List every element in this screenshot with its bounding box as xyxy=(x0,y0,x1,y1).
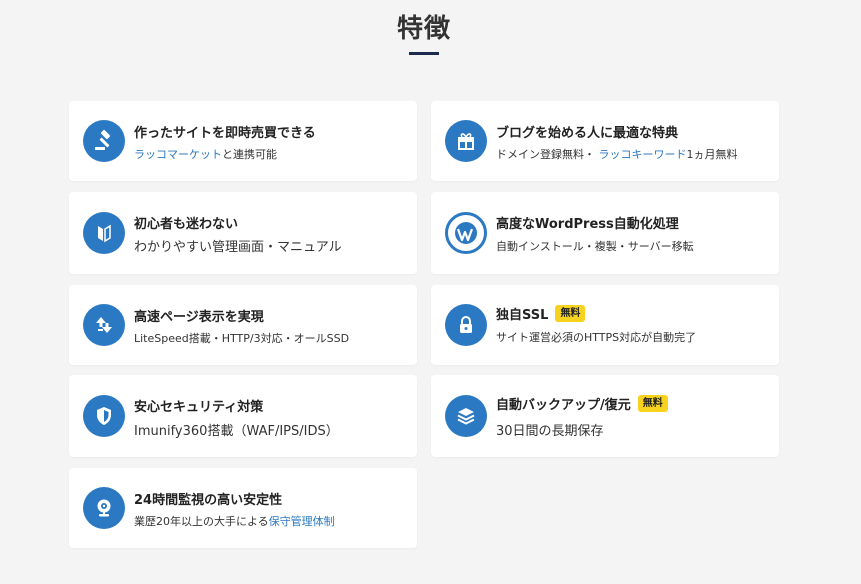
feature-title: 自動バックアップ/復元 無料 xyxy=(496,394,668,413)
feature-card-monitoring: 24時間監視の高い安定性 業歴20年以上の大手による保守管理体制 xyxy=(69,468,417,548)
feature-title: 作ったサイトを即時売買できる xyxy=(134,126,316,141)
feature-card-backup: 自動バックアップ/復元 無料 30日間の長期保存 xyxy=(431,375,779,457)
feature-desc: ラッコマーケットと連携可能 xyxy=(134,146,277,162)
lock-icon xyxy=(445,304,487,346)
rakko-market-link[interactable]: ラッコマーケット xyxy=(134,148,222,161)
feature-title: 初心者も迷わない xyxy=(134,217,239,232)
feature-card-ssl: 独自SSL 無料 サイト運営必須のHTTPS対応が自動完了 xyxy=(431,285,779,365)
feature-desc: 業歴20年以上の大手による保守管理体制 xyxy=(134,513,335,529)
feature-title: 24時間監視の高い安定性 xyxy=(134,493,283,508)
beginner-mark-icon xyxy=(83,212,125,254)
feature-card-security: 安心セキュリティ対策 Imunify360搭載（WAF/IPS/IDS） xyxy=(69,375,417,457)
wordpress-icon xyxy=(445,212,487,254)
layers-icon xyxy=(445,395,487,437)
feature-card-instant-trade: 作ったサイトを即時売買できる ラッコマーケットと連携可能 xyxy=(69,101,417,181)
feature-title: 高度なWordPress自動化処理 xyxy=(496,217,679,232)
feature-desc: LiteSpeed搭載・HTTP/3対応・オールSSD xyxy=(134,332,350,345)
feature-title: 独自SSL 無料 xyxy=(496,304,586,323)
feature-title-text: 自動バックアップ/復元 xyxy=(496,398,631,413)
feature-desc: わかりやすい管理画面・マニュアル xyxy=(134,240,342,255)
free-badge: 無料 xyxy=(637,395,668,412)
feature-desc-text: と連携可能 xyxy=(222,148,277,161)
free-badge: 無料 xyxy=(555,305,586,322)
feature-desc: 30日間の長期保存 xyxy=(496,424,604,439)
feature-card-speed: 高速ページ表示を実現 LiteSpeed搭載・HTTP/3対応・オールSSD xyxy=(69,285,417,365)
gift-icon xyxy=(445,120,487,162)
gavel-icon xyxy=(83,120,125,162)
feature-desc-prefix: ドメイン登録無料・ xyxy=(496,148,595,161)
section-title: 特徴 xyxy=(396,14,451,44)
feature-card-wordpress: 高度なWordPress自動化処理 自動インストール・複製・サーバー移転 xyxy=(431,192,779,274)
feature-card-beginner: 初心者も迷わない わかりやすい管理画面・マニュアル xyxy=(69,192,417,274)
rakko-keyword-link[interactable]: ラッコキーワード xyxy=(599,148,687,161)
speed-arrows-icon xyxy=(83,304,125,346)
feature-title: 高速ページ表示を実現 xyxy=(134,310,264,325)
title-underline xyxy=(409,52,439,55)
feature-desc: 自動インストール・複製・サーバー移転 xyxy=(496,240,694,253)
feature-desc: サイト運営必須のHTTPS対応が自動完了 xyxy=(496,331,697,344)
feature-desc-text: 業歴20年以上の大手による xyxy=(134,515,269,528)
feature-desc: ドメイン登録無料・ ラッコキーワード1ヵ月無料 xyxy=(496,146,738,162)
feature-title-text: 独自SSL xyxy=(496,308,549,323)
shield-icon xyxy=(83,395,125,437)
feature-desc: Imunify360搭載（WAF/IPS/IDS） xyxy=(134,424,339,439)
feature-card-blog-benefits: ブログを始める人に最適な特典 ドメイン登録無料・ ラッコキーワード1ヵ月無料 xyxy=(431,101,779,181)
webcam-icon xyxy=(83,487,125,529)
feature-title: 安心セキュリティ対策 xyxy=(134,400,264,415)
feature-desc-text: 1ヵ月無料 xyxy=(686,148,738,161)
maintenance-link[interactable]: 保守管理体制 xyxy=(269,515,335,528)
feature-title: ブログを始める人に最適な特典 xyxy=(496,126,679,141)
